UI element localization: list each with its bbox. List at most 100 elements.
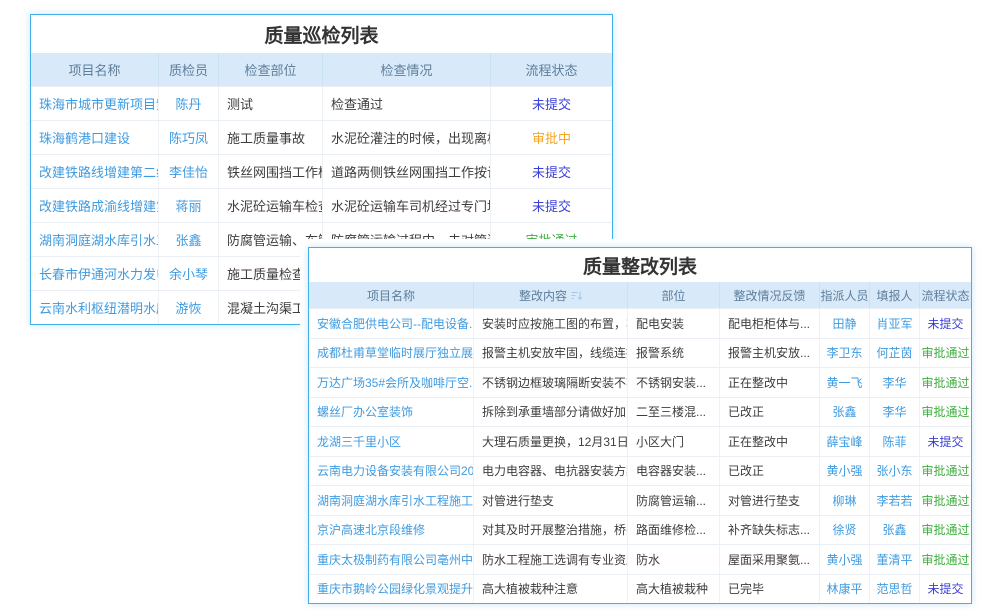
reporter-link[interactable]: 董清平 (869, 545, 919, 574)
reporter-link[interactable]: 张鑫 (869, 516, 919, 545)
reporter-link[interactable]: 李华 (869, 368, 919, 397)
assignee-link[interactable]: 黄小强 (819, 545, 869, 574)
part: 路面维修检... (627, 516, 719, 545)
inspection-part: 铁丝网围挡工作检查 (218, 155, 322, 188)
project-name-link[interactable]: 龙湖三千里小区 (309, 427, 473, 456)
table-title: 质量整改列表 (309, 248, 971, 282)
table-row: 珠海鹤港口建设陈巧凤施工质量事故水泥砼灌注的时候，出现离析现象审批中 (31, 120, 612, 154)
inspection-header-row: 项目名称质检员检查部位检查情况流程状态 (31, 53, 612, 86)
project-name-link[interactable]: 珠海市城市更新项目紫... (31, 87, 158, 120)
column-header-label: 流程状态 (525, 60, 577, 79)
inspector-link[interactable]: 蒋丽 (158, 189, 218, 222)
project-name-link[interactable]: 改建铁路线增建第二线... (31, 155, 158, 188)
column-header[interactable]: 整改内容 (473, 282, 627, 308)
project-name-link[interactable]: 京沪高速北京段维修 (309, 516, 473, 545)
assignee-link[interactable]: 薛宝峰 (819, 427, 869, 456)
column-header: 流程状态 (490, 53, 612, 86)
part: 不锈钢安装... (627, 368, 719, 397)
feedback: 正在整改中 (719, 427, 819, 456)
column-header: 部位 (627, 282, 719, 308)
column-header: 检查情况 (322, 53, 490, 86)
table-row: 京沪高速北京段维修对其及时开展整治措施，桥头...路面维修检...补齐缺失标志.… (309, 515, 971, 545)
project-name-link[interactable]: 重庆太极制药有限公司亳州中... (309, 545, 473, 574)
inspector-link[interactable]: 张鑫 (158, 223, 218, 256)
part: 防腐管运输... (627, 486, 719, 515)
rectify-table-card: 质量整改列表 项目名称整改内容部位整改情况反馈指派人员填报人流程状态 安徽合肥供… (300, 239, 980, 612)
feedback: 已改正 (719, 398, 819, 427)
inspector-link[interactable]: 游恢 (158, 291, 218, 324)
column-header-label: 检查部位 (244, 60, 296, 79)
project-name-link[interactable]: 长春市伊通河水力发电... (31, 257, 158, 290)
table-row: 湖南洞庭湖水库引水工程施工标对管进行垫支防腐管运输...对管进行垫支柳琳李若若审… (309, 485, 971, 515)
inspection-part: 测试 (218, 87, 322, 120)
project-name-link[interactable]: 成都杜甫草堂临时展厅独立展... (309, 339, 473, 368)
column-header-label: 质检员 (169, 60, 208, 79)
assignee-link[interactable]: 柳琳 (819, 486, 869, 515)
feedback: 正在整改中 (719, 368, 819, 397)
table-title: 质量巡检列表 (31, 15, 612, 53)
reporter-link[interactable]: 李若若 (869, 486, 919, 515)
inspector-link[interactable]: 陈丹 (158, 87, 218, 120)
assignee-link[interactable]: 李卫东 (819, 339, 869, 368)
status-text: 未提交 (919, 427, 971, 456)
reporter-link[interactable]: 肖亚军 (869, 309, 919, 338)
assignee-link[interactable]: 黄一飞 (819, 368, 869, 397)
assignee-link[interactable]: 田静 (819, 309, 869, 338)
inspector-link[interactable]: 陈巧凤 (158, 121, 218, 154)
status-text: 未提交 (919, 575, 971, 604)
status-text: 审批通过 (919, 339, 971, 368)
column-header: 项目名称 (309, 282, 473, 308)
project-name-link[interactable]: 湖南洞庭湖水库引水工... (31, 223, 158, 256)
project-name-link[interactable]: 万达广场35#会所及咖啡厅空... (309, 368, 473, 397)
table-row: 改建铁路成渝线增建第...蒋丽水泥砼运输车检查水泥砼运输车司机经过专门培训...… (31, 188, 612, 222)
column-header-label: 填报人 (876, 287, 912, 304)
assignee-link[interactable]: 林康平 (819, 575, 869, 604)
rectify-table-body: 安徽合肥供电公司--配电设备...安装时应按施工图的布置，将...配电安装配电柜… (309, 308, 971, 603)
column-header: 流程状态 (919, 282, 971, 308)
assignee-link[interactable]: 黄小强 (819, 457, 869, 486)
inspection-situation: 道路两侧铁丝网围挡工作按设计... (322, 155, 490, 188)
project-name-link[interactable]: 湖南洞庭湖水库引水工程施工标 (309, 486, 473, 515)
project-name-link[interactable]: 螺丝厂办公室装饰 (309, 398, 473, 427)
table-row: 安徽合肥供电公司--配电设备...安装时应按施工图的布置，将...配电安装配电柜… (309, 308, 971, 338)
inspector-link[interactable]: 李佳怡 (158, 155, 218, 188)
project-name-link[interactable]: 云南水利枢纽潜明水库... (31, 291, 158, 324)
feedback: 已完毕 (719, 575, 819, 604)
project-name-link[interactable]: 改建铁路成渝线增建第... (31, 189, 158, 222)
project-name-link[interactable]: 珠海鹤港口建设 (31, 121, 158, 154)
status-text: 未提交 (490, 87, 612, 120)
part: 配电安装 (627, 309, 719, 338)
rectify-content: 电力电容器、电抗器安装方案... (473, 457, 627, 486)
status-text: 审批通过 (919, 545, 971, 574)
project-name-link[interactable]: 安徽合肥供电公司--配电设备... (309, 309, 473, 338)
project-name-link[interactable]: 重庆市鹅岭公园绿化景观提升... (309, 575, 473, 604)
inspector-link[interactable]: 余小琴 (158, 257, 218, 290)
rectify-content: 对管进行垫支 (473, 486, 627, 515)
project-name-link[interactable]: 云南电力设备安装有限公司20... (309, 457, 473, 486)
rectify-content: 防水工程施工选调有专业资质... (473, 545, 627, 574)
part: 防水 (627, 545, 719, 574)
column-header-label: 部位 (661, 287, 685, 304)
status-text: 未提交 (490, 155, 612, 188)
part: 二至三楼混... (627, 398, 719, 427)
reporter-link[interactable]: 陈菲 (869, 427, 919, 456)
column-header-label: 流程状态 (921, 287, 969, 304)
status-text: 审批通过 (919, 516, 971, 545)
status-text: 未提交 (919, 309, 971, 338)
rectify-table: 质量整改列表 项目名称整改内容部位整改情况反馈指派人员填报人流程状态 安徽合肥供… (308, 247, 972, 604)
table-row: 万达广场35#会所及咖啡厅空...不锈钢边框玻璃隔断安装不牢...不锈钢安装..… (309, 367, 971, 397)
column-header: 指派人员 (819, 282, 869, 308)
reporter-link[interactable]: 李华 (869, 398, 919, 427)
assignee-link[interactable]: 张鑫 (819, 398, 869, 427)
reporter-link[interactable]: 范思哲 (869, 575, 919, 604)
reporter-link[interactable]: 张小东 (869, 457, 919, 486)
status-text: 审批通过 (919, 368, 971, 397)
table-row: 螺丝厂办公室装饰拆除到承重墙部分请做好加固...二至三楼混...已改正张鑫李华审… (309, 397, 971, 427)
reporter-link[interactable]: 何芷茵 (869, 339, 919, 368)
column-header-label: 指派人员 (820, 287, 868, 304)
column-header-label: 检查情况 (380, 60, 432, 79)
assignee-link[interactable]: 徐贤 (819, 516, 869, 545)
table-row: 龙湖三千里小区大理石质量更换，12月31日之...小区大门正在整改中薛宝峰陈菲未… (309, 426, 971, 456)
table-row: 珠海市城市更新项目紫...陈丹测试检查通过未提交 (31, 86, 612, 120)
table-row: 云南电力设备安装有限公司20...电力电容器、电抗器安装方案...电容器安装..… (309, 456, 971, 486)
